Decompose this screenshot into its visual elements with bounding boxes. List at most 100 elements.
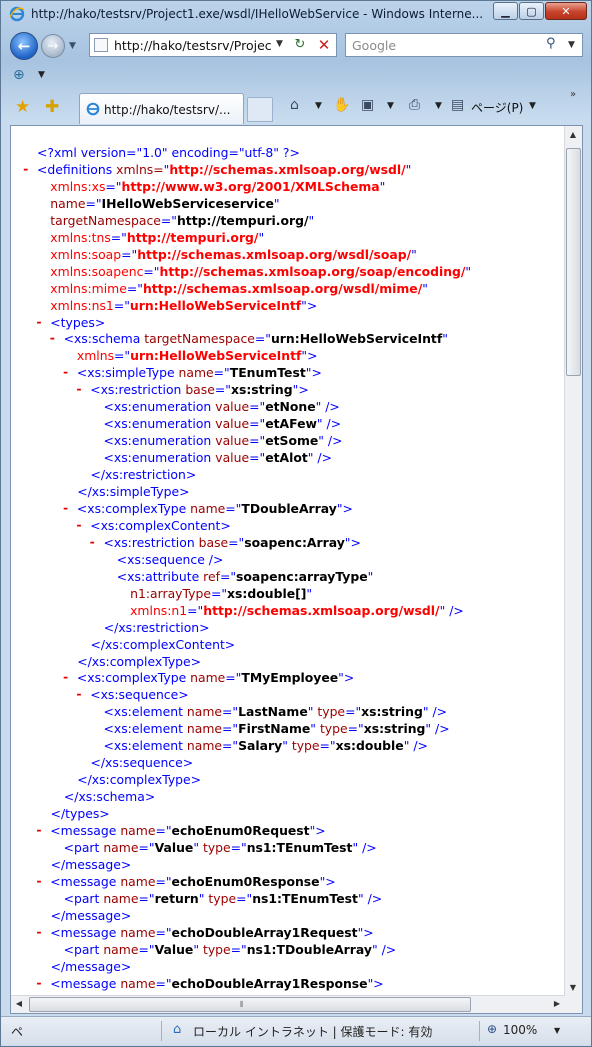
xml-token: <xs:sequence /> (116, 551, 224, 567)
xml-token: <xs:element (103, 738, 183, 754)
feed-icon[interactable]: ▣ (361, 97, 374, 113)
xml-token: etAFew (265, 416, 317, 432)
scroll-down-icon[interactable]: ▼ (565, 979, 581, 996)
collapse-toggle[interactable]: - (75, 517, 82, 532)
maximize-button[interactable]: ▢ (519, 2, 544, 20)
stop-icon[interactable]: ✕ (314, 35, 334, 55)
xml-token: <xs:sequence> (90, 687, 189, 703)
forward-button[interactable]: → (41, 34, 65, 58)
zoom-level[interactable]: 100% (503, 1023, 537, 1037)
xml-line: <message name="echoEnum0Response"> (50, 873, 335, 890)
xml-token: <xs:restriction (103, 534, 195, 550)
xml-token: =" (254, 331, 271, 347)
back-button[interactable]: ← (10, 32, 38, 60)
xml-token: ref (199, 568, 220, 584)
xml-token: </xs:simpleType> (77, 484, 190, 499)
xml-token: name (116, 823, 156, 838)
xml-line: </message> (51, 958, 132, 975)
xml-token: =" (225, 670, 242, 686)
collapse-toggle[interactable]: - (35, 975, 42, 990)
address-dropdown-icon[interactable]: ▼ (276, 39, 283, 49)
chevron-more-icon[interactable]: » (570, 89, 576, 100)
xml-token: =" (210, 585, 228, 601)
xml-token: =" (160, 212, 177, 228)
address-bar[interactable]: http://hako/testsrv/Projec ▼ ↻ ✕ (89, 33, 337, 57)
collapse-toggle[interactable]: - (89, 534, 96, 549)
xml-token: "> (319, 873, 336, 889)
search-icon[interactable]: ⚲ (546, 36, 556, 51)
xml-token: "> (344, 534, 361, 550)
collapse-toggle[interactable]: - (62, 500, 69, 515)
status-separator (479, 1021, 480, 1041)
home-icon[interactable]: ⌂ (290, 97, 299, 113)
zoom-dropdown-icon[interactable]: ▼ (554, 1026, 560, 1035)
collapse-toggle[interactable]: - (35, 873, 42, 888)
favorites-star-icon[interactable]: ★ (15, 97, 30, 117)
new-tab-button[interactable] (247, 97, 273, 122)
collapse-toggle[interactable]: - (35, 314, 42, 329)
xml-line: </xs:schema> (64, 788, 155, 805)
search-input[interactable]: Google (352, 38, 396, 53)
collapse-toggle[interactable]: - (62, 364, 69, 379)
xml-line: xmlns="urn:HelloWebServiceIntf"> (77, 347, 318, 364)
collapse-toggle[interactable]: - (75, 686, 82, 701)
page-dropdown-icon[interactable]: ▼ (529, 101, 536, 111)
scroll-right-icon[interactable]: ▶ (549, 996, 565, 1012)
xml-token: value (211, 399, 250, 415)
xml-line: <xs:schema targetNamespace="urn:HelloWeb… (64, 330, 448, 347)
xml-token: "> (292, 382, 309, 398)
ie-logo-icon (9, 6, 25, 22)
xml-line: <xs:element name="LastName" type="xs:str… (104, 703, 448, 720)
hand-icon[interactable]: ✋ (333, 97, 350, 113)
xml-line: <xs:simpleType name="TEnumTest"> (77, 364, 322, 381)
collapse-toggle[interactable]: - (49, 330, 56, 345)
close-button[interactable]: ✕ (545, 2, 587, 20)
browser-window: http://hako/testsrv/Project1.exe/wsdl/IH… (0, 0, 592, 1047)
rss-feeds-icon[interactable]: ⊕ (13, 67, 25, 83)
xml-token: =" (113, 297, 130, 313)
security-zone[interactable]: ローカル イントラネット | 保護モード: 有効 (193, 1023, 432, 1040)
status-separator (161, 1021, 162, 1041)
feed-dropdown-icon[interactable]: ▼ (387, 101, 394, 111)
menu-dropdown-icon[interactable]: ▼ (38, 70, 45, 80)
vertical-scroll-thumb[interactable] (566, 148, 581, 376)
collapse-toggle[interactable]: - (75, 381, 82, 396)
scroll-left-icon[interactable]: ◀ (11, 996, 27, 1012)
intranet-icon: ⌂ (173, 1022, 182, 1037)
page-menu[interactable]: ページ(P) (471, 99, 523, 116)
collapse-toggle[interactable]: - (35, 822, 42, 837)
home-dropdown-icon[interactable]: ▼ (315, 101, 322, 111)
xml-token: return (154, 890, 199, 906)
horizontal-scrollbar[interactable]: ◀ ⦀ ▶ (11, 995, 565, 1013)
xml-line: </xs:restriction> (91, 466, 197, 483)
search-dropdown-icon[interactable]: ▼ (568, 40, 575, 50)
xml-token: <xs:element (103, 721, 183, 737)
title-bar: http://hako/testsrv/Project1.exe/wsdl/IH… (1, 1, 591, 27)
xml-line: <message name="echoEnum0Request"> (50, 822, 325, 839)
grip-icon: ⦀ (240, 1000, 244, 1009)
collapse-toggle[interactable]: - (22, 161, 29, 176)
refresh-icon[interactable]: ↻ (290, 35, 310, 55)
vertical-scrollbar[interactable]: ▲ ▼ (564, 126, 582, 996)
print-dropdown-icon[interactable]: ▼ (435, 101, 442, 111)
collapse-toggle[interactable]: - (62, 669, 69, 684)
print-icon[interactable]: ⎙ (409, 97, 420, 113)
search-box[interactable]: Google ⚲ ▼ (345, 33, 583, 57)
tab-current[interactable]: http://hako/testsrv/... (79, 93, 244, 124)
xml-token: </xs:complexType> (77, 772, 202, 788)
minimize-button[interactable]: ▁ (493, 2, 518, 20)
xml-token: Salary (238, 738, 283, 754)
address-input[interactable]: http://hako/testsrv/Projec (114, 38, 274, 53)
xml-token: =" (230, 941, 247, 957)
arrow-right-icon: → (47, 38, 59, 54)
add-favorite-icon[interactable]: ✚ (45, 97, 59, 117)
xml-line: <definitions xmlns= "http://schemas.xmlso… (37, 161, 411, 178)
collapse-toggle[interactable]: - (35, 924, 42, 939)
horizontal-scroll-thumb[interactable]: ⦀ (29, 997, 471, 1012)
xml-token: xmlns:soapenc (50, 263, 144, 279)
xml-token: </types> (50, 806, 110, 822)
page-icon[interactable]: ▤ (451, 97, 464, 113)
recent-pages-dropdown[interactable]: ▼ (69, 41, 76, 51)
scroll-up-icon[interactable]: ▲ (565, 126, 581, 143)
zoom-icon[interactable]: ⊕ (487, 1022, 497, 1036)
